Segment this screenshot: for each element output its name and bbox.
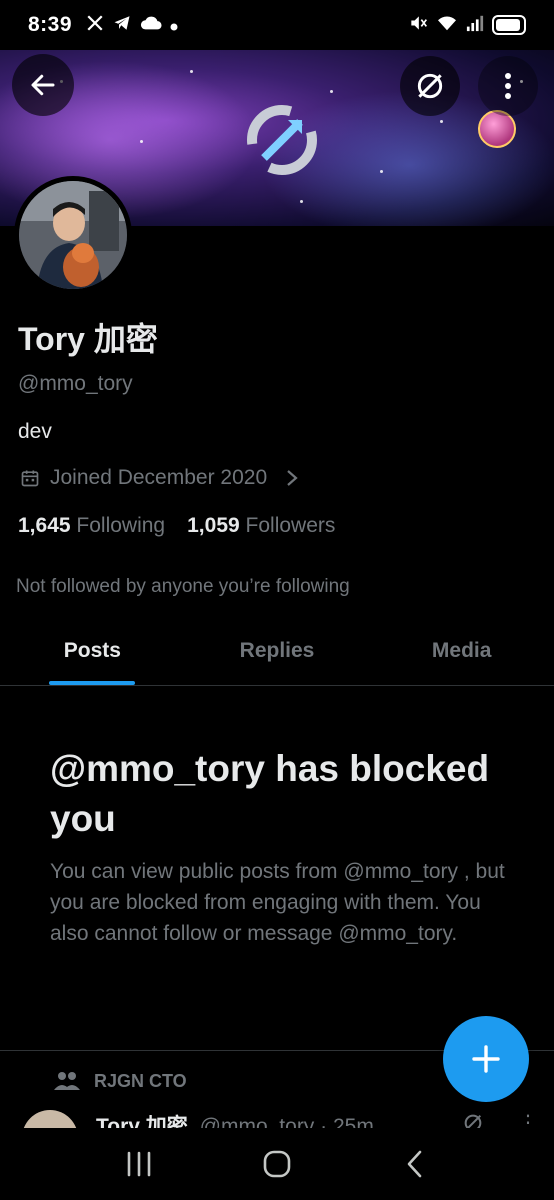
banner-logo-icon (247, 105, 317, 175)
people-icon (54, 1072, 80, 1090)
battery-icon (492, 15, 526, 35)
tab-replies[interactable]: Replies (185, 616, 370, 685)
chevron-right-icon (287, 470, 298, 486)
following-label: Following (76, 514, 166, 537)
telegram-icon (112, 14, 132, 37)
status-bar: 8:39 (0, 0, 554, 50)
post-author: Tory 加密 @mmo_tory · 25m (96, 1110, 374, 1130)
profile-bio: dev (18, 420, 52, 443)
back-button[interactable] (12, 54, 74, 116)
follow-stats: 1,645 Following 1,059 Followers (18, 514, 335, 538)
followers-label: Followers (245, 514, 336, 537)
not-followed-text: Not followed by anyone you’re following (16, 576, 350, 597)
home-icon (263, 1150, 291, 1178)
tab-media[interactable]: Media (369, 616, 554, 685)
followers-link[interactable]: 1,059 Followers (187, 514, 335, 538)
grok-icon (417, 73, 443, 99)
profile-avatar[interactable] (14, 176, 132, 294)
arrow-left-icon (31, 74, 55, 96)
profile-name: Tory 加密 (18, 321, 158, 357)
status-left-icons (86, 14, 178, 37)
profile-tabs: Posts Replies Media (0, 616, 554, 686)
plus-icon (472, 1045, 500, 1073)
status-time: 8:39 (28, 13, 73, 36)
following-count: 1,645 (18, 514, 71, 537)
calendar-icon (21, 470, 39, 487)
post-avatar[interactable] (22, 1110, 78, 1130)
back-nav-button[interactable] (385, 1134, 445, 1194)
community-context[interactable]: RJGN CTO (54, 1070, 187, 1092)
compose-button[interactable] (443, 1016, 529, 1102)
recents-button[interactable] (109, 1134, 169, 1194)
system-nav-bar (0, 1128, 554, 1200)
post-more-icon[interactable]: ⋮ (518, 1110, 538, 1130)
mute-icon (408, 13, 428, 38)
following-link[interactable]: 1,645 Following (18, 514, 165, 538)
blocked-title: @mmo_tory has blocked you (50, 748, 490, 839)
cloud-icon (140, 15, 162, 36)
post-row[interactable]: Tory 加密 @mmo_tory · 25m ⋮ (0, 1104, 554, 1130)
grok-button[interactable] (400, 56, 460, 116)
signal-icon (466, 14, 484, 37)
recents-icon (127, 1151, 151, 1177)
community-label: RJGN CTO (94, 1070, 187, 1091)
status-right-icons (408, 13, 526, 38)
joined-date[interactable]: Joined December 2020 (20, 466, 299, 490)
more-options-button[interactable] (478, 56, 538, 116)
joined-label: Joined December 2020 (50, 466, 268, 489)
more-vertical-icon (505, 73, 511, 99)
chevron-left-icon (407, 1150, 422, 1178)
wifi-icon (436, 14, 458, 37)
dot-icon (170, 15, 178, 36)
x-logo-icon (86, 14, 104, 37)
followers-count: 1,059 (187, 514, 240, 537)
profile-handle: @mmo_tory (18, 372, 133, 395)
tab-posts[interactable]: Posts (0, 616, 185, 685)
home-button[interactable] (247, 1134, 307, 1194)
blocked-text: You can view public posts from @mmo_tory… (50, 860, 505, 945)
